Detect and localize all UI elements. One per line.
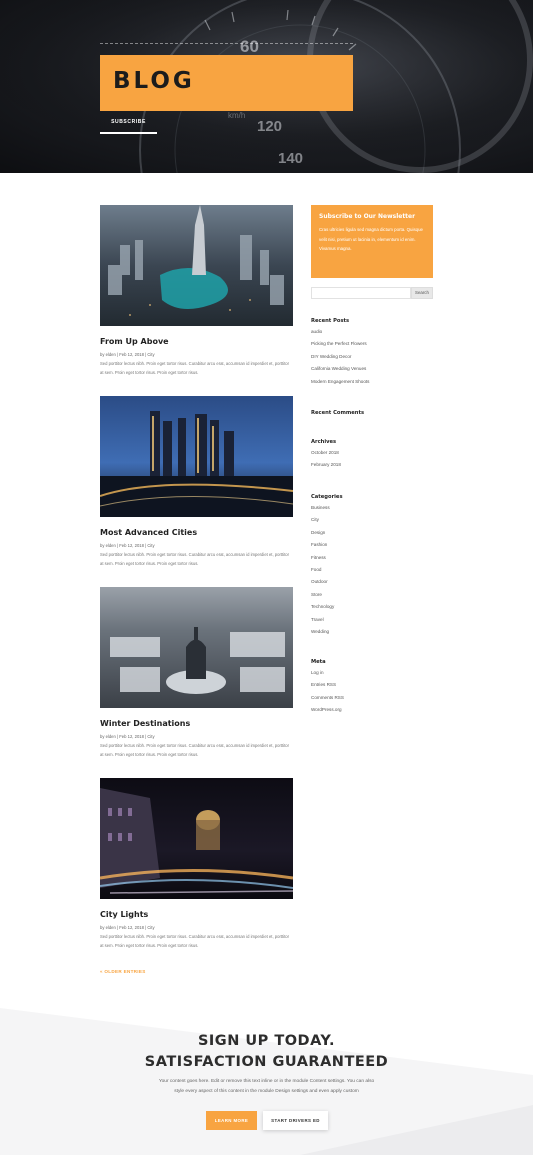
newsletter-title: Subscribe to Our Newsletter [319, 213, 416, 220]
post-thumbnail-aerial-city[interactable] [100, 205, 293, 326]
category-link[interactable]: Wedding [311, 628, 433, 640]
subscribe-button[interactable]: SUBSCRIBE [100, 118, 157, 134]
post-title[interactable]: From Up Above [100, 337, 293, 346]
hero-divider [100, 43, 353, 44]
page-title: BLOG [113, 68, 195, 94]
cta-heading-line1: SIGN UP TODAY. [197, 1033, 336, 1049]
meta-link[interactable]: WordPress.org [311, 706, 433, 718]
meta-link[interactable]: Entries RSS [311, 681, 433, 693]
meta-link[interactable]: Comments RSS [311, 694, 433, 706]
categories-widget: Categories Business City Design Fashion … [311, 494, 433, 640]
archive-link[interactable]: February 2018 [311, 461, 433, 473]
post-title[interactable]: City Lights [100, 910, 293, 919]
start-drivers-ed-button[interactable]: START DRIVERS ED [263, 1111, 328, 1130]
older-entries-link[interactable]: « OLDER ENTRIES [100, 969, 146, 974]
recent-comments-widget: Recent Comments [311, 410, 433, 420]
post-thumbnail-skyline-night[interactable] [100, 396, 293, 517]
search-button[interactable]: Search [411, 287, 433, 299]
cta-text-line2: style every aspect of this content in th… [174, 1089, 359, 1094]
widget-title: Categories [311, 494, 343, 500]
meta-widget: Meta Log in Entries RSS Comments RSS Wor… [311, 659, 433, 719]
widget-title: Archives [311, 439, 337, 445]
archive-link[interactable]: October 2018 [311, 449, 433, 461]
dial-number-140: 140 [278, 150, 303, 167]
post-card: City Lights by elden | Feb 12, 2018 | Ci… [100, 778, 293, 950]
search-form: Search [311, 287, 433, 299]
post-thumbnail-winter-city[interactable] [100, 587, 293, 708]
post-meta: by elden | Feb 12, 2018 | City [100, 543, 155, 548]
recent-post-link[interactable]: audio [311, 328, 433, 340]
category-link[interactable]: Fashion [311, 541, 433, 553]
category-link[interactable]: Store [311, 591, 433, 603]
cta-heading-line2: SATISFACTION GUARANTEED [144, 1054, 389, 1070]
dial-unit: km/h [228, 111, 245, 120]
post-card: Most Advanced Cities by elden | Feb 12, … [100, 396, 293, 568]
post-title[interactable]: Winter Destinations [100, 719, 293, 728]
search-input[interactable] [311, 287, 411, 299]
newsletter-text: Cras ultricies ligula sed magna dictum p… [319, 227, 423, 251]
post-excerpt: Sed porttitor lectus nibh. Proin eget to… [100, 361, 289, 375]
post-meta: by elden | Feb 12, 2018 | City [100, 734, 155, 739]
post-thumbnail-city-lights[interactable] [100, 778, 293, 899]
category-link[interactable]: Food [311, 566, 433, 578]
post-card: From Up Above by elden | Feb 12, 2018 | … [100, 205, 293, 377]
cta-text-line1: Your content goes here. Edit or remove t… [158, 1079, 375, 1084]
widget-title: Recent Posts [311, 318, 350, 324]
archives-widget: Archives October 2018 February 2018 [311, 439, 433, 474]
signup-section: SIGN UP TODAY. SATISFACTION GUARANTEED Y… [0, 1000, 533, 1155]
recent-post-link[interactable]: DIY Wedding Decor [311, 353, 433, 365]
post-meta: by elden | Feb 12, 2018 | City [100, 925, 155, 930]
category-link[interactable]: Fitness [311, 554, 433, 566]
category-link[interactable]: Travel [311, 616, 433, 628]
meta-link[interactable]: Log in [311, 669, 433, 681]
newsletter-box: Subscribe to Our Newsletter Cras ultrici… [311, 205, 433, 278]
category-link[interactable]: City [311, 516, 433, 528]
dial-number-60: 60 [240, 37, 259, 56]
post-excerpt: Sed porttitor lectus nibh. Proin eget to… [100, 743, 289, 757]
post-card: Winter Destinations by elden | Feb 12, 2… [100, 587, 293, 759]
recent-post-link[interactable]: Picking the Perfect Flowers [311, 340, 433, 352]
category-link[interactable]: Technology [311, 603, 433, 615]
post-excerpt: Sed porttitor lectus nibh. Proin eget to… [100, 934, 289, 948]
post-title[interactable]: Most Advanced Cities [100, 528, 293, 537]
learn-more-button[interactable]: LEARN MORE [206, 1111, 257, 1130]
dial-number-120: 120 [257, 118, 282, 135]
recent-post-link[interactable]: Modern Engagement Shoots [311, 378, 433, 390]
recent-post-link[interactable]: California Wedding Venues [311, 365, 433, 377]
category-link[interactable]: Design [311, 529, 433, 541]
blog-title-box: BLOG [100, 55, 353, 111]
category-link[interactable]: Outdoor [311, 578, 433, 590]
widget-title: Recent Comments [311, 410, 365, 416]
post-excerpt: Sed porttitor lectus nibh. Proin eget to… [100, 552, 289, 566]
recent-posts-widget: Recent Posts audio Picking the Perfect F… [311, 318, 433, 390]
hero-banner: 60 80 120 140 km/h BLOG SUBSCRIBE [0, 0, 533, 173]
post-meta: by elden | Feb 12, 2018 | City [100, 352, 155, 357]
widget-title: Meta [311, 659, 326, 665]
category-link[interactable]: Business [311, 504, 433, 516]
